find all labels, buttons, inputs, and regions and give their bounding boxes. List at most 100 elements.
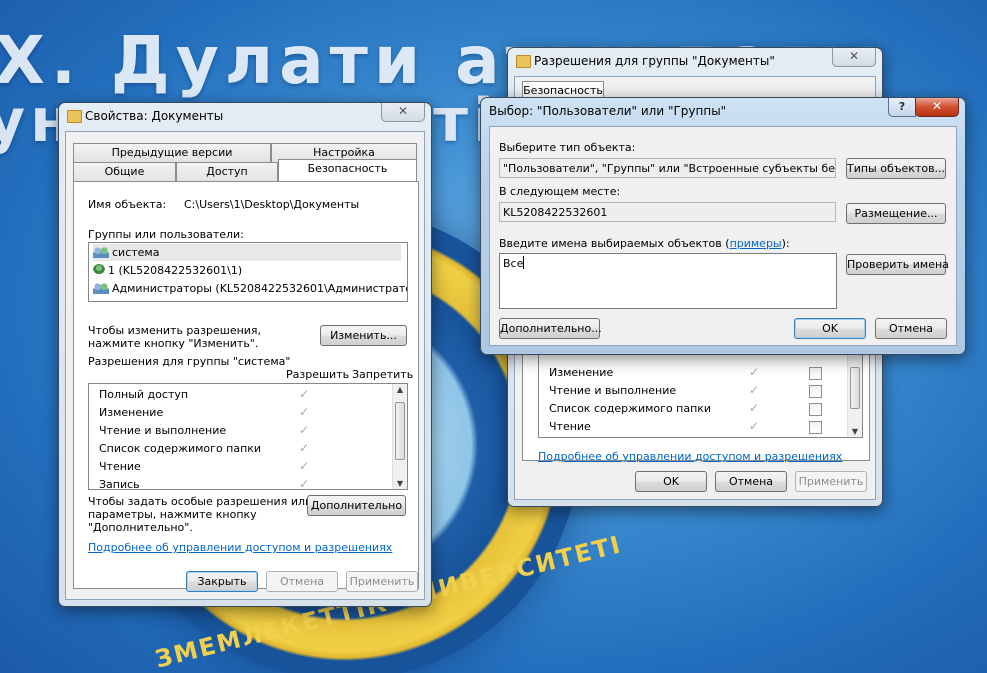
groups-label: Группы или пользователи: [88,228,244,241]
special-hint-line2: параметры, нажмите кнопку [88,508,257,521]
advanced-button[interactable]: Дополнительно [307,495,406,516]
names-label: Введите имена выбираемых объектов (приме… [499,237,790,250]
tab-general[interactable]: Общие [73,162,176,181]
deny-checkbox[interactable] [809,367,822,380]
scroll-down-arrow-icon[interactable]: ▼ [393,479,407,488]
check-names-button[interactable]: Проверить имена [846,254,949,275]
text-caret [523,256,525,269]
tab-previous-versions[interactable]: Предыдущие версии [73,143,271,162]
titlebar[interactable]: Разрешения для группы "Документы" ✕ [508,48,882,74]
select-users-client: Выберите тип объекта: "Пользователи", "Г… [489,126,957,346]
permission-name: Список содержимого папки [549,402,712,415]
titlebar[interactable]: Выбор: "Пользователи" или "Группы" ? ✕ [481,98,965,124]
permission-name: Список содержимого папки [99,442,262,455]
permissions-list[interactable]: Полный доступ ✓ Изменение ✓ Чтение и вып… [88,383,408,490]
user-icon [93,264,105,276]
allow-check[interactable]: ✓ [749,365,759,379]
properties-window: Свойства: Документы ✕ Предыдущие версии … [58,102,432,607]
permission-name: Чтение [549,420,591,433]
security-tab-panel: Имя объекта: C:\Users\1\Desktop\Документ… [73,181,419,589]
change-hint-line2: нажмите кнопку "Изменить". [88,337,259,350]
object-names-input[interactable]: Все [499,253,837,309]
permissions-list[interactable]: Изменение ✓ Чтение и выполнение ✓ Список… [538,348,863,438]
ok-button[interactable]: OK [794,318,866,339]
list-item[interactable]: система [93,244,401,261]
scroll-down-arrow-icon[interactable]: ▼ [848,427,862,436]
deny-checkbox[interactable] [809,403,822,416]
change-hint-line1: Чтобы изменить разрешения, [88,324,262,337]
close-dialog-button[interactable]: Закрыть [186,571,258,592]
object-types-button[interactable]: Типы объектов... [846,158,946,179]
close-button[interactable]: ✕ [381,103,425,122]
names-label-text: Введите имена выбираемых объектов ( [499,237,730,250]
tab-sharing[interactable]: Доступ [176,162,278,181]
help-link[interactable]: Подробнее об управлении доступом и разре… [538,450,842,463]
location-field: KL5208422532601 [499,202,836,222]
permissions-label: Разрешения для группы "система" [88,355,291,368]
allow-check[interactable]: ✓ [749,419,759,433]
ok-button[interactable]: OK [635,471,707,492]
group-icon [93,282,109,294]
window-title: Выбор: "Пользователи" или "Группы" [489,104,727,118]
names-label-end: ): [781,237,790,250]
deny-checkbox[interactable] [809,385,822,398]
object-names-value: Все [503,257,524,270]
group-icon [93,246,109,258]
properties-client: Предыдущие версии Настройка Общие Доступ… [65,131,425,600]
window-title: Свойства: Документы [85,109,224,123]
users-listbox[interactable]: система 1 (KL5208422532601\1) Администра… [88,242,408,302]
help-button[interactable]: ? [888,98,916,117]
apply-button[interactable]: Применить [346,571,418,592]
permission-name: Запись [99,478,140,490]
apply-button[interactable]: Применить [795,471,867,492]
permission-name: Чтение и выполнение [99,424,227,437]
deny-checkbox[interactable] [809,421,822,434]
allow-check: ✓ [299,423,310,437]
allow-check: ✓ [299,441,310,455]
cancel-button[interactable]: Отмена [266,571,338,592]
examples-link[interactable]: примеры [730,237,782,250]
allow-check[interactable]: ✓ [749,383,759,397]
select-users-window: Выбор: "Пользователи" или "Группы" ? ✕ В… [480,97,966,355]
user-name: 1 (KL5208422532601\1) [108,264,243,277]
permissions-scrollbar[interactable]: ▲ ▼ [392,384,407,489]
permission-name: Чтение [99,460,141,473]
location-button[interactable]: Размещение... [846,203,946,224]
allow-check: ✓ [299,477,310,490]
deny-header: Запретить [352,368,414,381]
list-item[interactable]: Администраторы (KL5208422532601\Админист… [93,280,407,297]
location-label: В следующем месте: [499,185,621,198]
permission-name: Изменение [549,366,614,379]
folder-icon [516,55,531,68]
permission-name: Чтение и выполнение [549,384,677,397]
allow-check: ✓ [299,387,310,401]
tab-security[interactable]: Безопасность [278,159,417,181]
list-item[interactable]: 1 (KL5208422532601\1) [93,262,242,279]
change-button[interactable]: Изменить... [320,325,407,346]
special-hint-line1: Чтобы задать особые разрешения или [88,495,313,508]
object-name-label: Имя объекта: [88,198,167,211]
cancel-button[interactable]: Отмена [715,471,787,492]
scroll-thumb[interactable] [850,367,860,409]
scroll-thumb[interactable] [395,402,405,460]
allow-check: ✓ [299,405,310,419]
allow-check[interactable]: ✓ [749,401,759,415]
window-title: Разрешения для группы "Документы" [534,54,775,68]
object-type-label: Выберите тип объекта: [499,141,636,154]
close-button[interactable]: ✕ [915,98,959,117]
titlebar[interactable]: Свойства: Документы ✕ [59,103,431,129]
advanced-button[interactable]: Дополнительно... [499,318,602,339]
permission-name: Полный доступ [99,388,189,401]
folder-icon [67,110,82,123]
help-link[interactable]: Подробнее об управлении доступом и разре… [88,541,392,554]
close-button[interactable]: ✕ [832,48,876,67]
user-name: система [112,246,160,259]
permission-name: Изменение [99,406,164,419]
object-name-value: C:\Users\1\Desktop\Документы [184,198,360,211]
allow-check: ✓ [299,459,310,473]
scroll-up-arrow-icon[interactable]: ▲ [393,385,407,394]
permissions-scrollbar[interactable]: ▼ [847,349,862,437]
allow-header: Разрешить [286,368,350,381]
object-type-field: "Пользователи", "Группы" или "Встроенные… [499,158,836,178]
cancel-button[interactable]: Отмена [875,318,947,339]
